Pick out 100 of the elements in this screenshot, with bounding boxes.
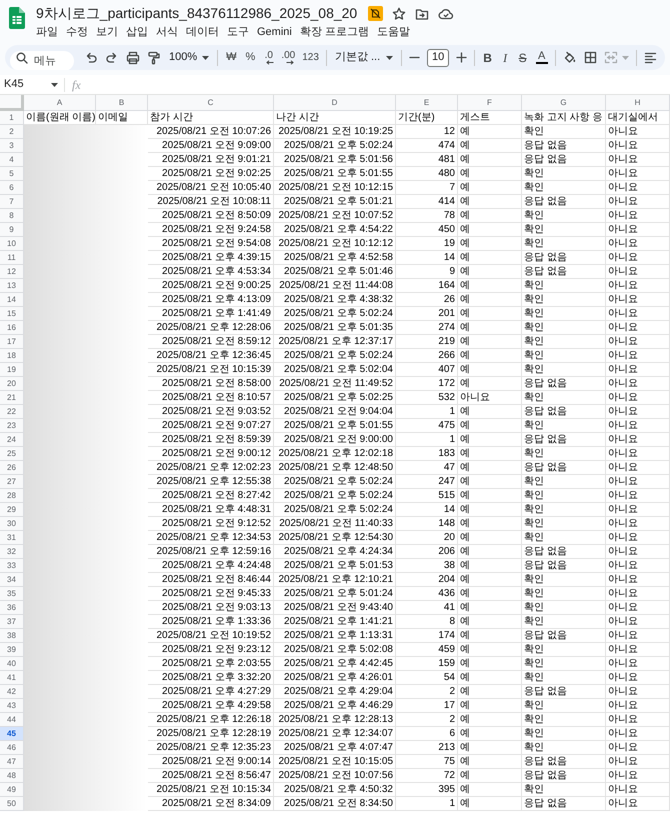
crossed-out-document-icon[interactable] xyxy=(368,6,384,21)
row-header[interactable]: 28 xyxy=(0,489,24,503)
strikethrough-button[interactable]: S xyxy=(517,48,528,66)
menu-item[interactable]: 파일 xyxy=(36,24,58,40)
menu-item[interactable]: 도구 xyxy=(227,24,249,40)
row-header[interactable]: 21 xyxy=(0,391,24,405)
row-header[interactable]: 46 xyxy=(0,741,24,755)
undo-icon[interactable] xyxy=(84,50,98,64)
row-header[interactable]: 19 xyxy=(0,363,24,377)
row-header[interactable]: 30 xyxy=(0,517,24,531)
menu-item[interactable]: 확장 프로그램 xyxy=(300,24,369,40)
row-header[interactable]: 8 xyxy=(0,209,24,223)
table-cell: 38 xyxy=(396,559,458,573)
menu-item[interactable]: 도움말 xyxy=(376,24,410,40)
row-header[interactable]: 37 xyxy=(0,615,24,629)
row-header[interactable]: 3 xyxy=(0,139,24,153)
row-header[interactable]: 12 xyxy=(0,265,24,279)
borders-icon[interactable] xyxy=(584,51,598,64)
cloud-check-icon[interactable] xyxy=(438,6,454,20)
decrease-decimal-button[interactable]: .0 xyxy=(263,50,274,64)
zoom-dropdown[interactable]: 100% xyxy=(168,49,210,66)
bold-button[interactable]: B xyxy=(482,48,494,66)
menu-search-field[interactable]: 메뉴 xyxy=(10,50,74,70)
number-format-button[interactable]: 123 xyxy=(302,50,319,65)
paint-roller-icon[interactable] xyxy=(147,50,161,64)
percent-format-button[interactable]: % xyxy=(244,49,256,66)
row-header[interactable]: 33 xyxy=(0,559,24,573)
increase-decimal-button[interactable]: .00 xyxy=(281,50,296,64)
column-header[interactable]: H xyxy=(606,95,670,111)
name-box[interactable]: K45 xyxy=(0,74,64,94)
column-header[interactable]: F xyxy=(458,95,522,111)
redo-icon[interactable] xyxy=(105,50,119,64)
menu-item[interactable]: Gemini xyxy=(257,24,292,40)
currency-format-button[interactable]: ₩ xyxy=(225,49,238,66)
row-header[interactable]: 43 xyxy=(0,699,24,713)
document-title[interactable]: 9차시로그_participants_84376112986_2025_08_20 xyxy=(36,3,358,24)
text-color-button[interactable]: A xyxy=(535,51,548,64)
row-header[interactable]: 41 xyxy=(0,671,24,685)
plus-icon[interactable] xyxy=(456,52,468,63)
italic-button[interactable]: I xyxy=(500,48,510,66)
row-header[interactable]: 13 xyxy=(0,279,24,293)
row-header[interactable]: 44 xyxy=(0,713,24,727)
row-header[interactable]: 1 xyxy=(0,111,24,125)
column-header[interactable]: B xyxy=(96,95,148,111)
row-header[interactable]: 24 xyxy=(0,433,24,447)
menu-item[interactable]: 수정 xyxy=(66,24,88,40)
row-header[interactable]: 2 xyxy=(0,125,24,139)
font-dropdown[interactable]: 기본값 ... xyxy=(334,49,394,66)
row-header[interactable]: 35 xyxy=(0,587,24,601)
row-header[interactable]: 40 xyxy=(0,657,24,671)
row-header[interactable]: 18 xyxy=(0,349,24,363)
row-header[interactable]: 26 xyxy=(0,461,24,475)
table-cell: 확인 xyxy=(522,125,606,139)
align-left-icon[interactable] xyxy=(644,52,658,64)
row-header[interactable]: 22 xyxy=(0,405,24,419)
star-icon[interactable] xyxy=(392,6,406,20)
fill-bucket-icon[interactable] xyxy=(563,50,578,64)
row-header[interactable]: 17 xyxy=(0,335,24,349)
row-header[interactable]: 4 xyxy=(0,153,24,167)
column-header[interactable]: D xyxy=(274,95,396,111)
row-header[interactable]: 31 xyxy=(0,531,24,545)
row-header[interactable]: 36 xyxy=(0,601,24,615)
row-header[interactable]: 14 xyxy=(0,293,24,307)
row-header[interactable]: 6 xyxy=(0,181,24,195)
row-header[interactable]: 48 xyxy=(0,769,24,783)
column-header[interactable]: C xyxy=(148,95,274,111)
menu-item[interactable]: 삽입 xyxy=(126,24,148,40)
menu-item[interactable]: 보기 xyxy=(96,24,118,40)
table-cell: 2025/08/21 오전 10:05:40 xyxy=(148,181,274,195)
row-header[interactable]: 38 xyxy=(0,629,24,643)
menu-item[interactable]: 데이터 xyxy=(186,24,219,40)
row-header[interactable]: 11 xyxy=(0,251,24,265)
folder-arrow-icon[interactable] xyxy=(415,6,430,20)
row-header[interactable]: 5 xyxy=(0,167,24,181)
row-header[interactable]: 9 xyxy=(0,223,24,237)
row-header[interactable]: 23 xyxy=(0,419,24,433)
row-header[interactable]: 7 xyxy=(0,195,24,209)
row-header[interactable]: 10 xyxy=(0,237,24,251)
row-header[interactable]: 25 xyxy=(0,447,24,461)
print-icon[interactable] xyxy=(126,50,140,64)
row-header[interactable]: 50 xyxy=(0,797,24,811)
row-header[interactable]: 34 xyxy=(0,573,24,587)
column-header[interactable]: E xyxy=(396,95,458,111)
row-header[interactable]: 32 xyxy=(0,545,24,559)
column-header[interactable]: G xyxy=(522,95,606,111)
row-header[interactable]: 16 xyxy=(0,321,24,335)
spreadsheet-logo-icon[interactable] xyxy=(9,7,25,29)
row-header[interactable]: 47 xyxy=(0,755,24,769)
row-header[interactable]: 15 xyxy=(0,307,24,321)
row-header[interactable]: 20 xyxy=(0,377,24,391)
merge-cells-icon[interactable] xyxy=(604,51,618,64)
menu-item[interactable]: 서식 xyxy=(156,24,178,40)
column-header[interactable]: A xyxy=(24,95,96,111)
row-header[interactable]: 39 xyxy=(0,643,24,657)
font-size-field[interactable]: 10 xyxy=(427,48,450,66)
row-header[interactable]: 45 xyxy=(0,727,24,741)
row-header[interactable]: 49 xyxy=(0,783,24,797)
row-header[interactable]: 29 xyxy=(0,503,24,517)
row-header[interactable]: 27 xyxy=(0,475,24,489)
row-header[interactable]: 42 xyxy=(0,685,24,699)
